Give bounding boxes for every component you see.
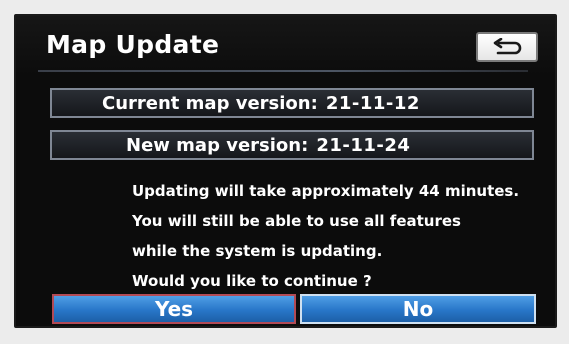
no-button[interactable]: No bbox=[300, 294, 536, 324]
new-map-version-label: New map version: bbox=[126, 134, 309, 156]
yes-button[interactable]: Yes bbox=[52, 294, 296, 324]
new-map-version-value: 21-11-24 bbox=[316, 134, 411, 156]
page-title: Map Update bbox=[46, 30, 220, 59]
message-line: Would you like to continue ? bbox=[132, 272, 372, 290]
update-message: Updating will take approximately 44 minu… bbox=[132, 176, 542, 296]
message-line: while the system is updating. bbox=[132, 242, 383, 260]
message-line: Updating will take approximately 44 minu… bbox=[132, 182, 520, 200]
header-divider bbox=[38, 70, 528, 72]
navigation-screen: Map Update Current map version: 21-11-12… bbox=[14, 14, 557, 328]
new-map-version-row: New map version: 21-11-24 bbox=[50, 130, 534, 160]
header: Map Update bbox=[16, 16, 555, 76]
current-map-version-value: 21-11-12 bbox=[325, 92, 420, 114]
current-map-version-label: Current map version: bbox=[102, 92, 318, 114]
message-line: You will still be able to use all featur… bbox=[132, 212, 461, 230]
no-button-label: No bbox=[402, 297, 434, 321]
back-button[interactable] bbox=[476, 32, 538, 62]
current-map-version-row: Current map version: 21-11-12 bbox=[50, 88, 534, 118]
back-arrow-icon bbox=[490, 38, 524, 56]
yes-button-label: Yes bbox=[154, 297, 194, 321]
display-bezel: Map Update Current map version: 21-11-12… bbox=[0, 0, 569, 344]
